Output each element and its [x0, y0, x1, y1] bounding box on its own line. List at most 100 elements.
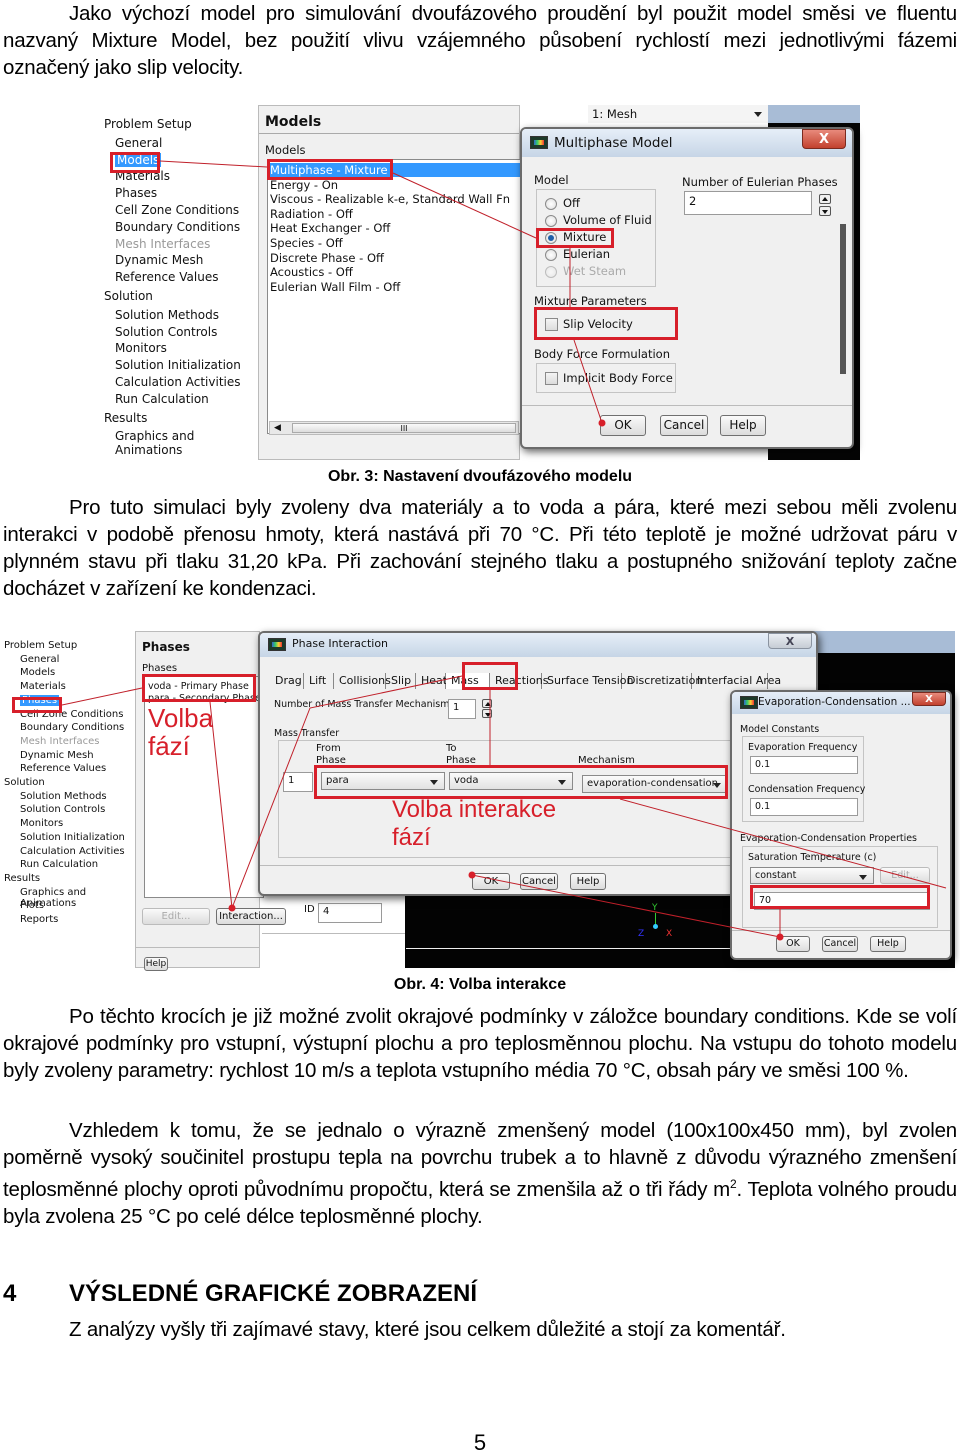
sidebar-item-monitors[interactable]: Monitors [115, 341, 167, 355]
sidebar-item-plots[interactable]: Plots [20, 900, 44, 911]
sidebar-item-solution-methods[interactable]: Solution Methods [20, 791, 107, 802]
sidebar-item-dynamic-mesh[interactable]: Dynamic Mesh [115, 253, 203, 267]
tab-surface-tension[interactable]: Surface Tension [542, 673, 633, 689]
sidebar-item-reference-values[interactable]: Reference Values [20, 763, 106, 774]
decrement-icon[interactable] [819, 206, 831, 216]
decrement-icon[interactable] [482, 709, 492, 718]
sidebar-item-boundary-conditions[interactable]: Boundary Conditions [20, 722, 124, 733]
radio-label-eulerian: Eulerian [563, 247, 611, 261]
highlight-mass-tab [462, 662, 518, 690]
models-list-item[interactable]: Radiation - Off [270, 207, 522, 221]
cancel-button[interactable]: Cancel [520, 873, 558, 890]
increment-icon[interactable] [482, 699, 492, 708]
close-button[interactable]: X [768, 633, 812, 649]
sidebar-item-solution-initialization[interactable]: Solution Initialization [20, 832, 125, 843]
close-button[interactable]: X [912, 692, 946, 706]
sidebar-item-monitors[interactable]: Monitors [20, 818, 63, 829]
models-list[interactable]: Multiphase - Mixture Energy - On Viscous -… [267, 159, 525, 434]
sidebar-item-boundary-conditions[interactable]: Boundary Conditions [115, 220, 240, 234]
sidebar-item-run-calculation[interactable]: Run Calculation [20, 859, 98, 870]
mass-mechanisms-input[interactable]: 1 [448, 699, 476, 719]
sidebar-item-phases[interactable]: Phases [115, 186, 157, 200]
tab-interfacial-area[interactable]: Interfacial Area [692, 673, 781, 689]
sidebar-item-label: Models [20, 667, 56, 679]
dialog-titlebar[interactable]: Multiphase Model X [522, 129, 852, 157]
sidebar-item-solution-controls[interactable]: Solution Controls [20, 804, 105, 815]
sidebar-item-calculation-activities[interactable]: Calculation Activities [20, 846, 125, 857]
sidebar-item-models[interactable]: Models [20, 667, 55, 678]
dialog-titlebar[interactable]: Phase Interaction X [260, 633, 816, 657]
sidebar-item-solution-methods[interactable]: Solution Methods [115, 308, 219, 322]
horizontal-scrollbar[interactable]: ◀ III [269, 421, 519, 435]
sidebar-item-label: General [20, 653, 60, 665]
sidebar-item-mesh-interfaces[interactable]: Mesh Interfaces [115, 237, 210, 251]
highlight-phase-list [142, 674, 256, 702]
tree-group-problem-setup[interactable]: Problem Setup [104, 117, 192, 131]
help-button[interactable]: Help [570, 873, 606, 890]
scrollbar-thumb[interactable]: III [292, 423, 516, 433]
sidebar-item-general[interactable]: General [115, 136, 162, 150]
ok-button[interactable]: OK [776, 936, 810, 952]
tree-group-problem-setup[interactable]: Problem Setup [4, 640, 77, 651]
model-group-label: Model [534, 173, 569, 187]
increment-icon[interactable] [819, 194, 831, 204]
radio-volume-of-fluid[interactable] [545, 215, 557, 227]
scroll-left-icon[interactable]: ◀ [274, 423, 281, 433]
sidebar-item-materials[interactable]: Materials [20, 681, 66, 692]
sidebar-item-reports[interactable]: Reports [20, 914, 58, 925]
models-list-item[interactable]: Species - Off [270, 236, 522, 250]
eulerian-phases-input[interactable]: 2 [684, 191, 812, 215]
cancel-button[interactable]: Cancel [660, 415, 708, 436]
tree-group-solution[interactable]: Solution [4, 777, 45, 788]
models-list-item[interactable]: Eulerian Wall Film - Off [270, 280, 522, 294]
models-list-item[interactable]: Heat Exchanger - Off [270, 221, 522, 235]
models-list-item[interactable]: Viscous - Realizable k-e, Standard Wall … [270, 192, 522, 206]
models-list-item[interactable]: Discrete Phase - Off [270, 251, 522, 265]
interaction-button[interactable]: Interaction... [216, 908, 286, 925]
id-field[interactable]: 4 [318, 903, 382, 923]
sidebar-item-run-calculation[interactable]: Run Calculation [115, 392, 209, 406]
tab-drag[interactable]: Drag [270, 673, 304, 689]
tab-slip[interactable]: Slip [386, 673, 416, 689]
edit-button[interactable]: Edit... [880, 867, 930, 884]
tab-lift[interactable]: Lift [304, 673, 334, 689]
ok-button[interactable]: OK [472, 873, 510, 890]
cancel-button[interactable]: Cancel [822, 936, 858, 952]
condensation-frequency-input[interactable]: 0.1 [750, 798, 858, 816]
phases-list-label: Phases [142, 663, 178, 674]
sidebar-item-general[interactable]: General [20, 654, 59, 665]
implicit-body-force-checkbox[interactable] [545, 372, 558, 385]
help-button[interactable]: Help [870, 936, 906, 952]
models-list-item[interactable]: Acoustics - Off [270, 265, 522, 279]
dialog-title: Evaporation-Condensation ... [758, 696, 911, 708]
mesh-selector[interactable]: 1: Mesh [588, 105, 768, 123]
tab-discretization[interactable]: Discretization [622, 673, 702, 689]
close-button[interactable]: X [802, 129, 846, 149]
sidebar-item-solution-initialization[interactable]: Solution Initialization [115, 358, 241, 372]
sidebar-item-label: Reference Values [115, 270, 219, 285]
tree-group-results[interactable]: Results [4, 873, 40, 884]
dialog-titlebar[interactable]: Evaporation-Condensation ... X [732, 692, 950, 714]
sidebar-item-reference-values[interactable]: Reference Values [115, 270, 218, 284]
sidebar-item-mesh-interfaces[interactable]: Mesh Interfaces [20, 736, 100, 747]
evaporation-frequency-input[interactable]: 0.1 [750, 756, 858, 774]
tab-collisions[interactable]: Collisions [334, 673, 391, 689]
sidebar-item-cell-zone-conditions[interactable]: Cell Zone Conditions [115, 203, 239, 217]
sidebar-item-dynamic-mesh[interactable]: Dynamic Mesh [20, 750, 94, 761]
sidebar-item-solution-controls[interactable]: Solution Controls [115, 325, 217, 339]
radio-eulerian[interactable] [545, 249, 557, 261]
sidebar-item-label: Reference Values [20, 763, 107, 775]
help-button[interactable]: Help [144, 957, 168, 971]
edit-button[interactable]: Edit... [142, 908, 210, 925]
radio-off[interactable] [545, 198, 557, 210]
scrollbar[interactable] [840, 224, 846, 374]
help-button[interactable]: Help [720, 415, 766, 436]
sidebar-item-graphics-and-animations[interactable]: Graphics and Animations [115, 429, 258, 457]
ok-button[interactable]: OK [600, 415, 646, 436]
radio-wet-steam[interactable] [545, 266, 557, 278]
sidebar-item-calculation-activities[interactable]: Calculation Activities [115, 375, 241, 389]
saturation-method-select[interactable]: constant [750, 867, 874, 884]
tab-heat[interactable]: Heat [416, 673, 447, 689]
tree-group-results[interactable]: Results [104, 411, 147, 425]
tree-group-solution[interactable]: Solution [104, 289, 153, 303]
